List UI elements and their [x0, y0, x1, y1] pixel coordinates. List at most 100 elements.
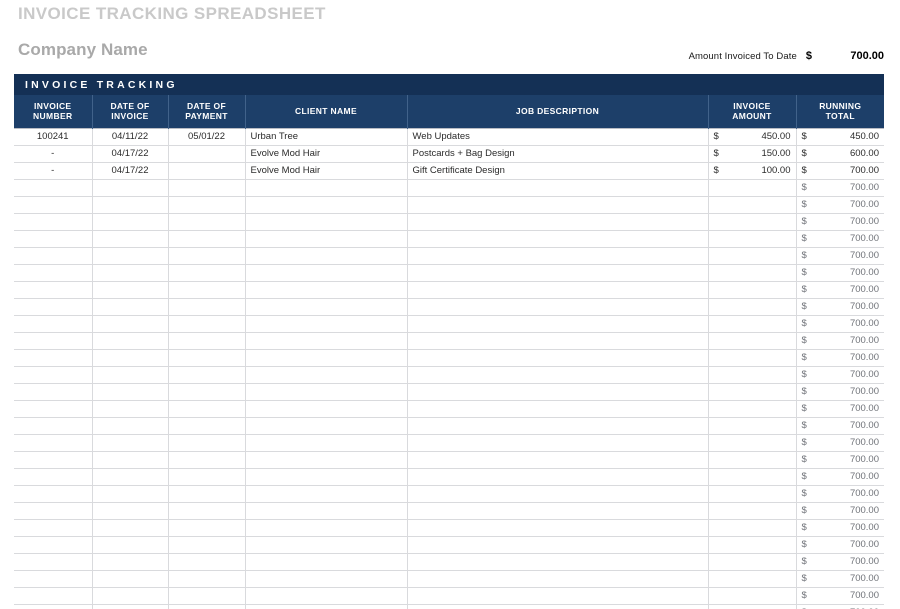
cell-client-name[interactable]: [245, 349, 408, 367]
cell-job-description[interactable]: [407, 179, 709, 197]
table-row[interactable]: $700.00: [14, 587, 884, 605]
cell-client-name[interactable]: [245, 264, 408, 282]
table-row[interactable]: -04/17/22 Evolve Mod Hair Postcards + Bag …: [14, 145, 884, 163]
cell-date-of-payment[interactable]: [168, 298, 246, 316]
cell-job-description[interactable]: [407, 196, 709, 214]
table-row[interactable]: -04/17/22 Evolve Mod Hair Gift Certificate…: [14, 162, 884, 180]
cell-client-name[interactable]: [245, 196, 408, 214]
cell-invoice-number[interactable]: [14, 587, 93, 605]
cell-client-name[interactable]: Urban Tree: [245, 127, 408, 146]
cell-running-total[interactable]: $700.00: [796, 434, 884, 452]
cell-invoice-number[interactable]: [14, 349, 93, 367]
cell-running-total[interactable]: $700.00: [796, 519, 884, 537]
cell-client-name[interactable]: Evolve Mod Hair: [245, 162, 408, 180]
cell-invoice-amount[interactable]: [708, 315, 797, 333]
table-row[interactable]: $700.00: [14, 570, 884, 588]
table-row[interactable]: $700.00: [14, 485, 884, 503]
cell-job-description[interactable]: [407, 604, 709, 609]
cell-invoice-number[interactable]: [14, 451, 93, 469]
cell-date-of-payment[interactable]: [168, 604, 246, 609]
cell-job-description[interactable]: [407, 400, 709, 418]
cell-client-name[interactable]: [245, 604, 408, 609]
cell-date-of-payment[interactable]: [168, 281, 246, 299]
table-row[interactable]: $700.00: [14, 417, 884, 435]
cell-job-description[interactable]: [407, 213, 709, 231]
table-row[interactable]: $700.00: [14, 298, 884, 316]
cell-running-total[interactable]: $700.00: [796, 179, 884, 197]
cell-client-name[interactable]: [245, 400, 408, 418]
cell-date-of-payment[interactable]: [168, 468, 246, 486]
column-header-date-of-invoice[interactable]: DATE OF INVOICE: [92, 95, 169, 128]
cell-running-total[interactable]: $700.00: [796, 315, 884, 333]
cell-invoice-amount[interactable]: [708, 553, 797, 571]
table-row[interactable]: $700.00: [14, 315, 884, 333]
table-row[interactable]: $700.00: [14, 451, 884, 469]
cell-invoice-number[interactable]: [14, 366, 93, 384]
cell-invoice-number[interactable]: -: [14, 145, 93, 163]
cell-date-of-payment[interactable]: [168, 366, 246, 384]
cell-date-of-invoice[interactable]: [92, 451, 169, 469]
table-row[interactable]: $700.00: [14, 400, 884, 418]
cell-invoice-number[interactable]: [14, 298, 93, 316]
table-row[interactable]: $700.00: [14, 468, 884, 486]
cell-job-description[interactable]: Web Updates: [407, 127, 709, 146]
table-row[interactable]: $700.00: [14, 519, 884, 537]
column-header-client-name[interactable]: CLIENT NAME: [245, 95, 408, 128]
cell-date-of-payment[interactable]: [168, 519, 246, 537]
table-row[interactable]: $700.00: [14, 536, 884, 554]
cell-invoice-amount[interactable]: [708, 383, 797, 401]
cell-running-total[interactable]: $700.00: [796, 332, 884, 350]
cell-date-of-payment[interactable]: [168, 417, 246, 435]
cell-job-description[interactable]: [407, 230, 709, 248]
column-header-invoice-amount[interactable]: INVOICE AMOUNT: [708, 95, 797, 128]
cell-client-name[interactable]: [245, 536, 408, 554]
cell-running-total[interactable]: $700.00: [796, 349, 884, 367]
cell-running-total[interactable]: $700.00: [796, 587, 884, 605]
cell-client-name[interactable]: [245, 298, 408, 316]
cell-job-description[interactable]: Gift Certificate Design: [407, 162, 709, 180]
cell-invoice-number[interactable]: [14, 315, 93, 333]
cell-date-of-payment[interactable]: [168, 196, 246, 214]
cell-job-description[interactable]: [407, 434, 709, 452]
cell-date-of-payment[interactable]: [168, 145, 246, 163]
cell-invoice-number[interactable]: [14, 247, 93, 265]
cell-date-of-payment[interactable]: [168, 315, 246, 333]
cell-invoice-number[interactable]: [14, 468, 93, 486]
table-row[interactable]: $700.00: [14, 383, 884, 401]
cell-job-description[interactable]: Postcards + Bag Design: [407, 145, 709, 163]
cell-running-total[interactable]: $700.00: [796, 468, 884, 486]
cell-date-of-invoice[interactable]: [92, 213, 169, 231]
cell-invoice-amount[interactable]: [708, 519, 797, 537]
cell-date-of-payment[interactable]: [168, 162, 246, 180]
cell-invoice-number[interactable]: [14, 434, 93, 452]
cell-date-of-payment[interactable]: [168, 383, 246, 401]
cell-invoice-number[interactable]: -: [14, 162, 93, 180]
cell-invoice-amount[interactable]: [708, 417, 797, 435]
cell-date-of-invoice[interactable]: [92, 349, 169, 367]
cell-invoice-amount[interactable]: [708, 587, 797, 605]
cell-date-of-invoice[interactable]: [92, 332, 169, 350]
cell-date-of-payment[interactable]: [168, 434, 246, 452]
cell-date-of-payment[interactable]: [168, 264, 246, 282]
cell-date-of-payment[interactable]: [168, 485, 246, 503]
cell-invoice-number[interactable]: [14, 417, 93, 435]
cell-client-name[interactable]: [245, 281, 408, 299]
cell-date-of-invoice[interactable]: [92, 264, 169, 282]
column-header-date-of-payment[interactable]: DATE OF PAYMENT: [168, 95, 246, 128]
cell-date-of-invoice[interactable]: [92, 230, 169, 248]
cell-invoice-amount[interactable]: [708, 604, 797, 609]
cell-running-total[interactable]: $700.00: [796, 536, 884, 554]
cell-job-description[interactable]: [407, 298, 709, 316]
table-row[interactable]: $700.00: [14, 349, 884, 367]
cell-invoice-amount[interactable]: [708, 298, 797, 316]
cell-invoice-amount[interactable]: [708, 264, 797, 282]
cell-date-of-invoice[interactable]: [92, 468, 169, 486]
cell-date-of-invoice[interactable]: [92, 417, 169, 435]
cell-invoice-amount[interactable]: [708, 196, 797, 214]
table-row[interactable]: 100241 04/11/22 05/01/22 Urban Tree Web Upda…: [14, 127, 884, 146]
cell-job-description[interactable]: [407, 247, 709, 265]
cell-date-of-payment[interactable]: [168, 230, 246, 248]
cell-invoice-number[interactable]: [14, 230, 93, 248]
company-name[interactable]: Company Name: [18, 40, 148, 60]
cell-running-total[interactable]: $700.00: [796, 502, 884, 520]
